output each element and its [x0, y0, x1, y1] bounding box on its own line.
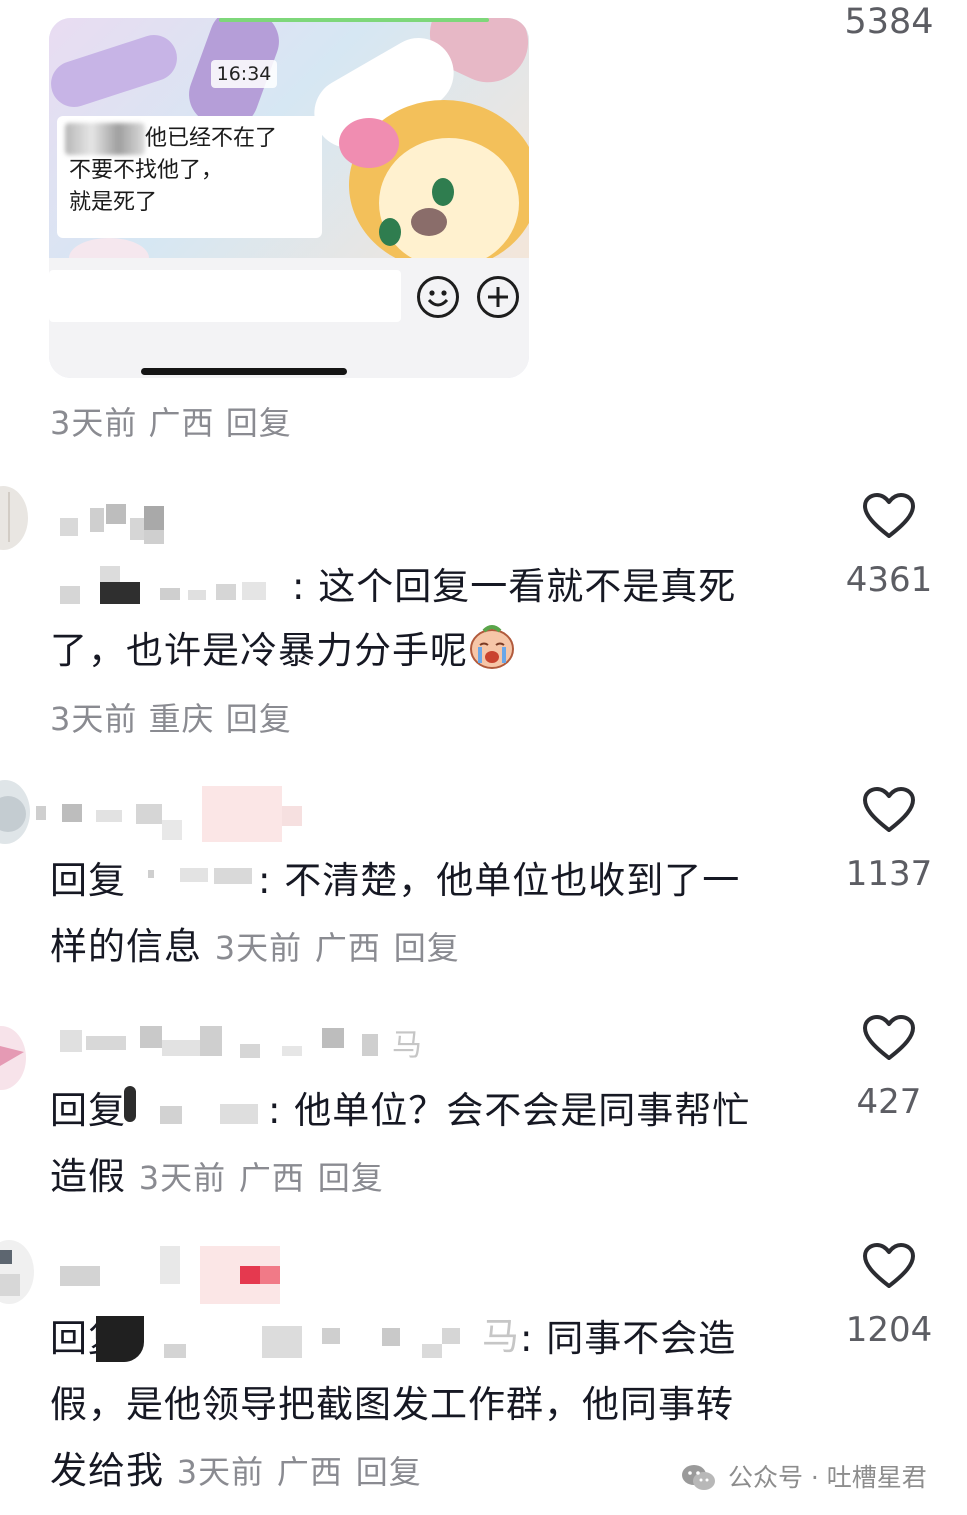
- heart-icon[interactable]: [862, 1242, 916, 1290]
- chat-timestamp: 16:34: [211, 60, 277, 88]
- comment-time: 3天前: [176, 1453, 265, 1491]
- comment-location: 广西: [276, 1453, 343, 1491]
- comment-location: 广西: [314, 929, 381, 967]
- heart-icon[interactable]: [862, 1014, 916, 1062]
- like-count: 1137: [845, 854, 933, 894]
- heart-icon[interactable]: [862, 786, 916, 834]
- reply-prefix: 回复: [50, 1089, 126, 1132]
- watermark: 公众号 · 吐槽星君: [680, 1458, 927, 1494]
- comment-time: 3天前: [138, 1159, 227, 1197]
- chat-input-bar: [49, 258, 529, 378]
- chat-line-1: 他已经不在了: [145, 126, 278, 151]
- chat-line-3: 就是死了: [69, 190, 158, 215]
- comment-location: 重庆: [148, 700, 215, 738]
- comment-location: 广西: [238, 1159, 305, 1197]
- smile-icon: [417, 276, 459, 318]
- avatar[interactable]: [0, 1240, 34, 1304]
- comment-image-chat-screenshot[interactable]: 16:34 他已经不在了 不要不找他了， 就是死了: [49, 18, 529, 378]
- reply-button[interactable]: 回复: [226, 700, 292, 738]
- like-count: 427: [856, 1082, 922, 1122]
- pixelated-mention[interactable]: [60, 560, 290, 604]
- wechat-icon: [680, 1463, 716, 1493]
- plus-circle-icon: [477, 276, 519, 318]
- parent-comment-meta: 3天前 广西 回复: [50, 398, 292, 444]
- comment-text-line: 回复: [50, 1080, 126, 1134]
- comment-text: 发给我: [50, 1449, 164, 1492]
- chat-line-2: 不要不找他了，: [69, 158, 224, 183]
- like-count: 1204: [845, 1310, 933, 1350]
- parent-like-count: 5384: [844, 2, 934, 42]
- comment-location: 广西: [148, 404, 215, 442]
- chat-message-bubble: 他已经不在了 不要不找他了， 就是死了: [57, 116, 322, 238]
- comment-text-line: : 不清楚，他单位也收到了一: [258, 859, 741, 902]
- reply-button[interactable]: 回复: [318, 1159, 384, 1197]
- comment-text-line: 样的信息 3天前 广西 回复: [50, 916, 460, 970]
- status-bar-strip: [219, 18, 489, 22]
- comment-text-line: : 他单位？会不会是同事帮忙: [268, 1089, 751, 1132]
- comment-text-line: 了，也许是冷暴力分手呢: [50, 620, 516, 674]
- mention-suffix: 马: [482, 1315, 519, 1358]
- pixelated-username[interactable]: [60, 1022, 390, 1062]
- reply-button[interactable]: 回复: [394, 929, 460, 967]
- pixelated-mention[interactable]: [96, 1316, 466, 1362]
- pixelated-username[interactable]: [60, 1246, 310, 1304]
- username-fragment: 马: [392, 1028, 422, 1063]
- heart-icon[interactable]: [862, 492, 916, 540]
- reply-prefix: 回复: [50, 859, 126, 902]
- crying-face-sticker-icon: [468, 623, 516, 669]
- comment-time: 3天前: [50, 700, 138, 738]
- watermark-text: 公众号 · 吐槽星君: [727, 1463, 927, 1492]
- comment-text-line: : 同事不会造: [520, 1317, 737, 1360]
- avatar[interactable]: [0, 780, 30, 844]
- comment-time: 3天前: [214, 929, 303, 967]
- pixelated-mention[interactable]: [124, 1082, 272, 1126]
- comment-time: 3天前: [50, 404, 138, 442]
- reply-button[interactable]: 回复: [356, 1453, 422, 1491]
- chat-input-field: [49, 270, 401, 322]
- comment-text: 了，也许是冷暴力分手呢: [50, 629, 468, 672]
- avatar[interactable]: [0, 1026, 26, 1090]
- blurred-sender-name: [65, 123, 145, 155]
- pixelated-username[interactable]: [36, 786, 306, 844]
- comment-text-line: 回复: [50, 850, 126, 904]
- comment-text-line: 造假 3天前 广西 回复: [50, 1146, 384, 1200]
- home-indicator: [141, 368, 347, 375]
- pixelated-username[interactable]: [60, 500, 170, 548]
- comment-text-line: 发给我 3天前 广西 回复: [50, 1440, 422, 1494]
- avatar[interactable]: [0, 486, 28, 550]
- comment-text-line: : 这个回复一看就不是真死: [292, 565, 737, 608]
- comment-text: 样的信息: [50, 925, 202, 968]
- comment-text: 造假: [50, 1155, 126, 1198]
- reply-button[interactable]: 回复: [226, 404, 292, 442]
- comment-text-line: 假，是他领导把截图发工作群，他同事转: [50, 1383, 734, 1426]
- comment-meta: 3天前 重庆 回复: [50, 694, 292, 740]
- like-count: 4361: [845, 560, 933, 600]
- pixelated-mention[interactable]: [140, 862, 258, 892]
